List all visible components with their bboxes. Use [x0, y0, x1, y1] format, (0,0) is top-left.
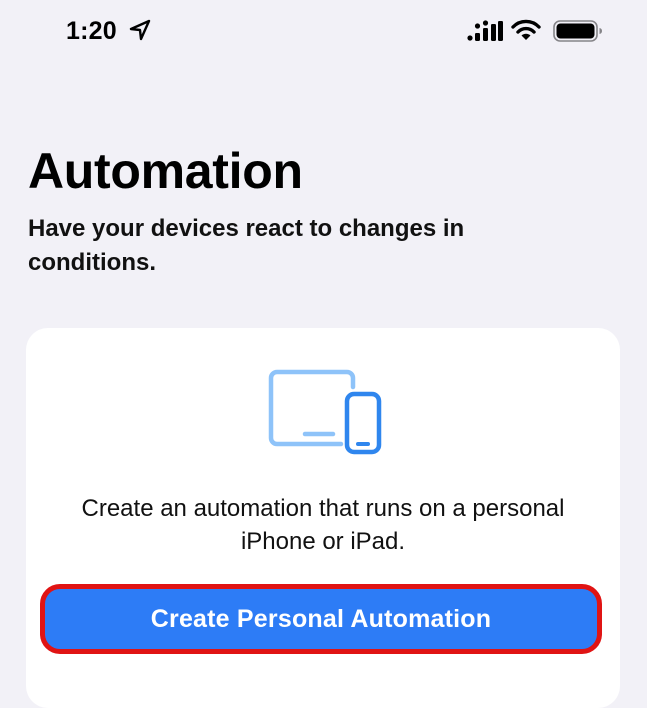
- computer-and-phone-icon: [268, 369, 382, 455]
- create-personal-automation-button[interactable]: Create Personal Automation: [40, 584, 602, 654]
- status-time: 1:20: [66, 17, 117, 45]
- page-subtitle: Have your devices react to changes in co…: [28, 215, 465, 276]
- battery-icon: [553, 20, 602, 42]
- page-title: Automation: [28, 143, 303, 199]
- card-description: Create an automation that runs on a pers…: [81, 495, 565, 555]
- personal-automation-card: Create an automation that runs on a pers…: [26, 328, 620, 708]
- cellular-signal-icon: [467, 20, 503, 41]
- location-arrow-icon: [129, 19, 151, 41]
- wifi-icon: [511, 19, 541, 40]
- status-bar: 1:20: [0, 0, 647, 66]
